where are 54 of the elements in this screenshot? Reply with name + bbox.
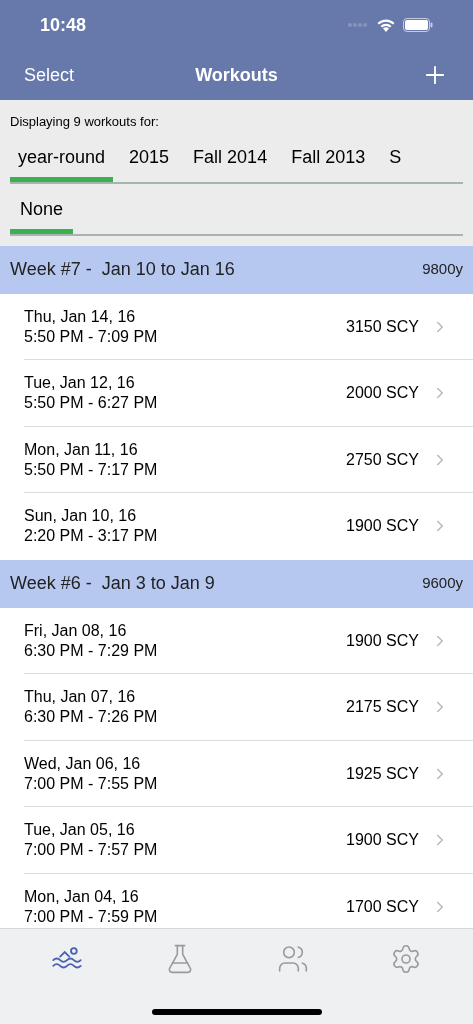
workout-time: 7:00 PM - 7:57 PM [24,840,159,861]
workout-row[interactable]: Tue, Jan 05, 16 7:00 PM - 7:57 PM 1900 SCY [0,807,473,874]
workout-date: Wed, Jan 06, 16 [24,753,142,774]
workout-time: 7:00 PM - 7:55 PM [24,773,159,794]
workout-distance: 2175 SCY [346,697,419,718]
week-title: Week #7 - Jan 10 to Jan 16 [10,258,235,281]
workout-distance: 3150 SCY [346,316,419,337]
workout-row[interactable]: Tue, Jan 12, 16 5:50 PM - 6:27 PM 2000 SCY [0,360,473,427]
week-total: 9600y [422,573,463,594]
workout-date: Sun, Jan 10, 16 [24,506,138,527]
workout-distance: 2750 SCY [346,449,419,470]
group-tab[interactable]: None [10,191,74,234]
status-time: 10:48 [40,13,87,37]
season-tab[interactable]: Fall 2014 [185,139,276,182]
workout-row[interactable]: Thu, Jan 14, 16 5:50 PM - 7:09 PM 3150 SCY [0,293,473,360]
select-button[interactable]: Select [24,61,75,89]
workout-time: 6:30 PM - 7:29 PM [24,640,159,661]
workout-time: 2:20 PM - 3:17 PM [24,526,159,547]
workout-distance: 1700 SCY [346,896,419,917]
filter-caption: Displaying 9 workouts for: [10,113,160,131]
season-tab[interactable]: S [381,139,410,182]
workout-distance: 1925 SCY [346,763,419,784]
workout-date: Mon, Jan 04, 16 [24,886,140,907]
workout-row[interactable]: Mon, Jan 04, 16 7:00 PM - 7:59 PM 1700 SCY [0,873,473,928]
workout-distance: 1900 SCY [346,830,419,851]
workout-row[interactable]: Fri, Jan 08, 16 6:30 PM - 7:29 PM 1900 SCY [0,607,473,674]
workout-date: Thu, Jan 07, 16 [24,687,137,708]
workout-row[interactable]: Wed, Jan 06, 16 7:00 PM - 7:55 PM 1925 SCY [0,740,473,807]
workout-date: Fri, Jan 08, 16 [24,620,128,641]
workout-time: 5:50 PM - 7:09 PM [24,326,159,347]
workout-distance: 1900 SCY [346,630,419,651]
season-tab[interactable]: Fall 2013 [283,139,374,182]
workout-date: Thu, Jan 14, 16 [24,306,137,327]
workout-distance: 2000 SCY [346,383,419,404]
people-icon[interactable] [277,943,310,975]
signal-icon [347,22,369,28]
workout-row[interactable]: Mon, Jan 11, 16 5:50 PM - 7:17 PM 2750 SCY [0,426,473,493]
workout-row[interactable]: Thu, Jan 07, 16 6:30 PM - 7:26 PM 2175 SCY [0,674,473,741]
workout-time: 5:50 PM - 6:27 PM [24,393,159,414]
workout-time: 6:30 PM - 7:26 PM [24,707,159,728]
workout-date: Tue, Jan 12, 16 [24,373,136,394]
battery-icon [403,18,433,32]
screen-title: Workouts [195,63,278,87]
workout-time: 5:50 PM - 7:17 PM [24,459,159,480]
workout-date: Mon, Jan 11, 16 [24,439,139,460]
workout-distance: 1900 SCY [346,516,419,537]
week-title: Week #6 - Jan 3 to Jan 9 [10,572,215,595]
workout-time: 7:00 PM - 7:59 PM [24,906,159,927]
workout-row[interactable]: Sun, Jan 10, 16 2:20 PM - 3:17 PM 1900 SCY [0,493,473,560]
season-tab[interactable]: 2015 [121,139,178,182]
workout-date: Tue, Jan 05, 16 [24,820,136,841]
season-tab[interactable]: year-round [10,139,114,182]
week-total: 9800y [422,259,463,280]
wifi-icon [377,18,395,32]
